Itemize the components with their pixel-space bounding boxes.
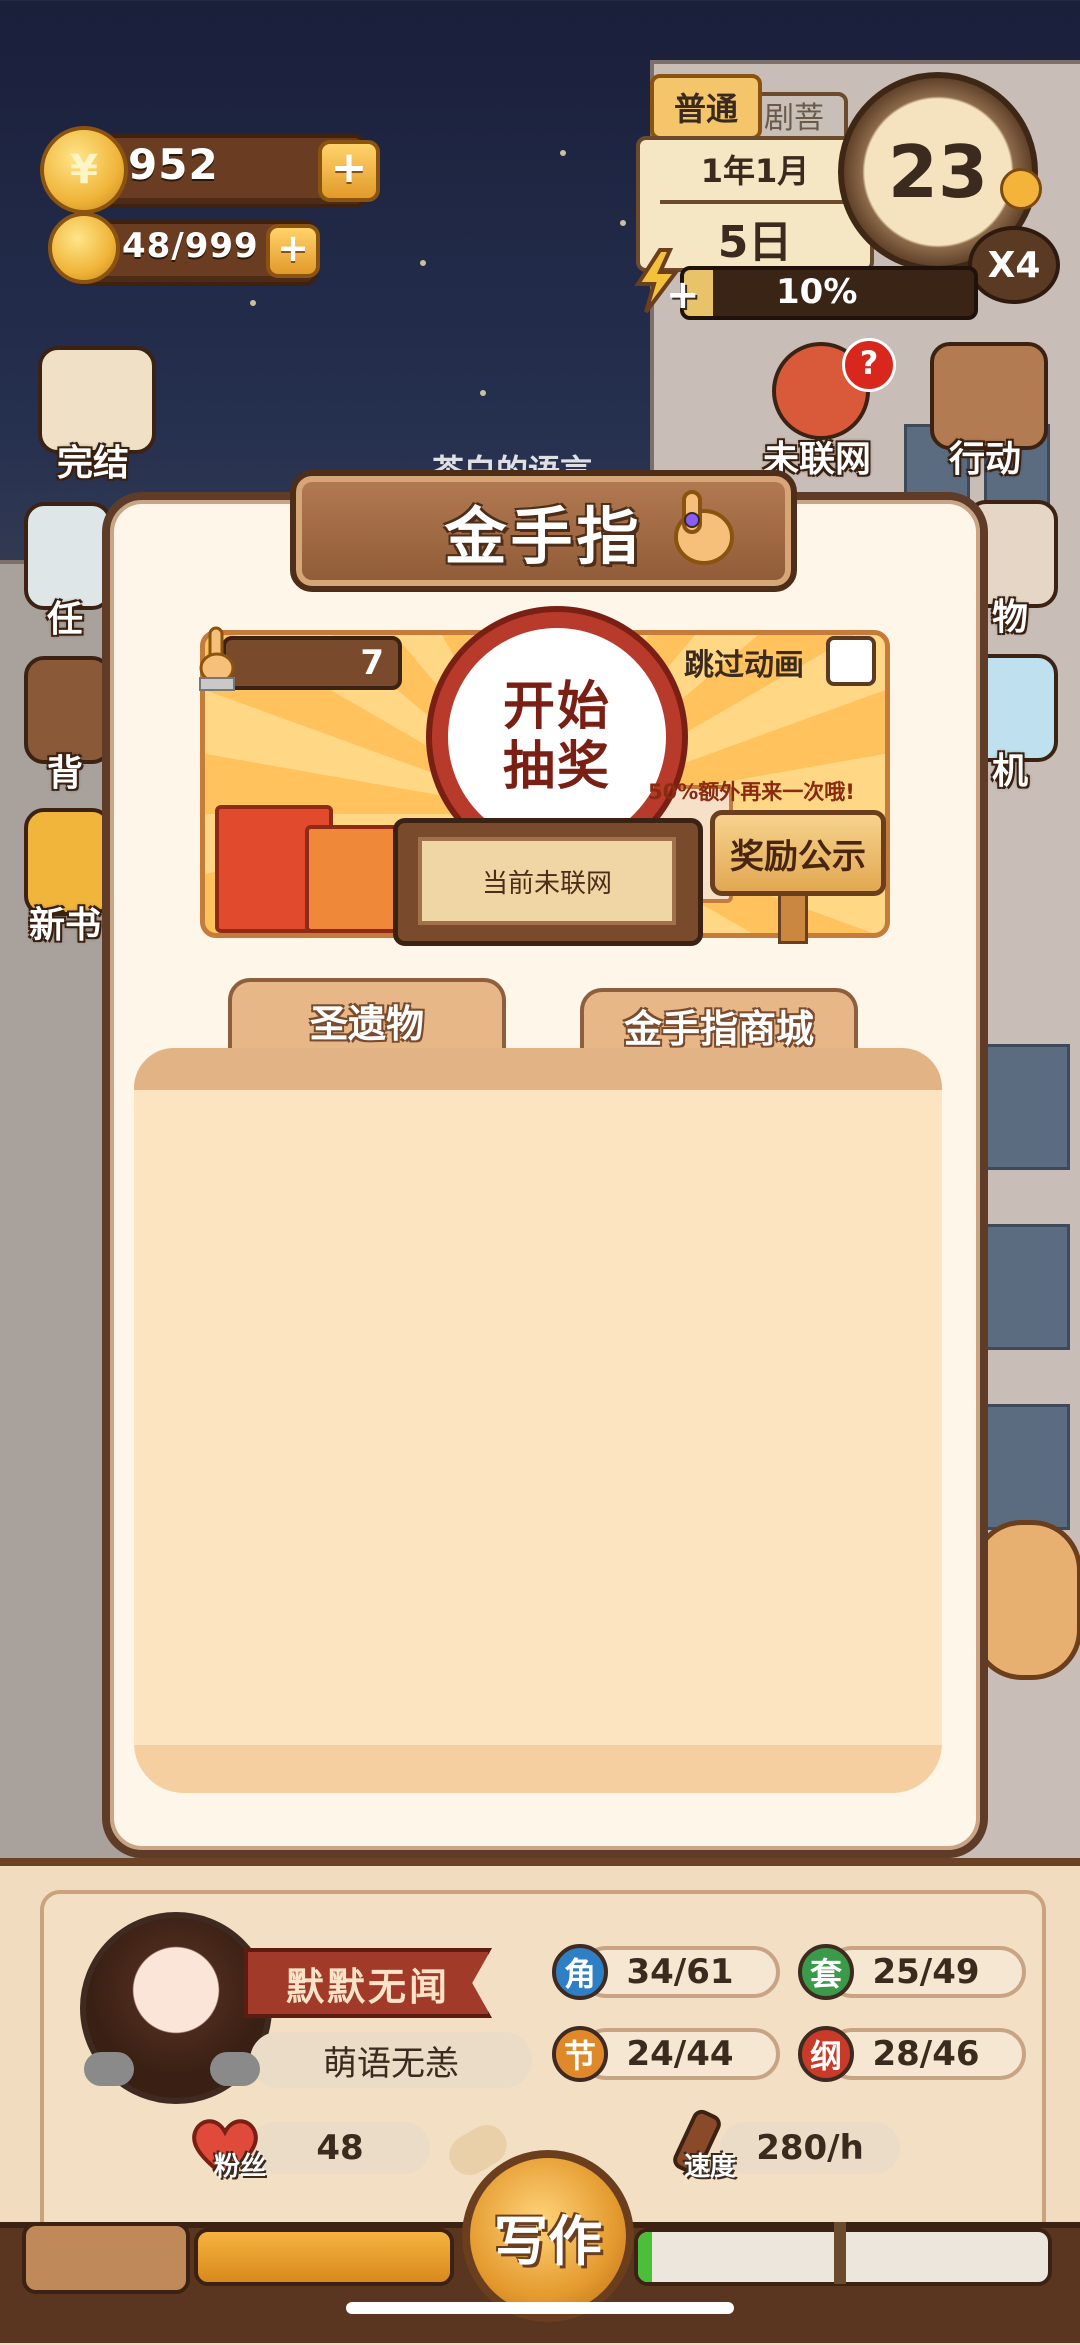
alert-badge: ? (842, 338, 896, 392)
energy-amount: 48/999 (122, 226, 259, 266)
side-label: 行动 (948, 439, 1021, 480)
writing-progress-bar (194, 2228, 454, 2286)
day-progress-text: 10% (776, 272, 858, 312)
building-window (974, 1224, 1070, 1350)
write-button[interactable]: 写作 (462, 2150, 634, 2322)
chat-bubble-icon (210, 2052, 260, 2086)
outline-icon: 纲 (798, 2026, 854, 2082)
finger-count: 7 (222, 636, 402, 690)
sun-icon (1000, 168, 1042, 210)
status-stand: 当前未联网 (393, 818, 703, 946)
tab-content-panel (134, 1048, 942, 1793)
side-button-complete[interactable]: 完结 (28, 346, 158, 484)
tab-relics[interactable]: 圣遗物 (228, 978, 506, 1058)
finger-ring-icon (654, 482, 744, 572)
hand-icon (196, 624, 238, 694)
stat-routine: 25/49 (826, 1946, 1026, 1998)
side-label: 完结 (56, 443, 129, 484)
side-button-offline[interactable]: ? 未联网 (752, 338, 896, 480)
side-label: 新书 (28, 905, 101, 946)
difficulty-tab[interactable]: 普通 (650, 74, 762, 140)
side-label: 任 (46, 599, 83, 640)
stat-outline: 28/46 (826, 2028, 1026, 2080)
stat-character: 34/61 (580, 1946, 780, 1998)
fans-value: 48 (250, 2122, 430, 2174)
player-name: 默默无闻 (244, 1948, 492, 2018)
add-energy-button[interactable]: + (266, 224, 320, 278)
side-button-action[interactable]: 行动 (920, 342, 1050, 480)
side-button-task[interactable]: 任 (20, 502, 112, 640)
panel-top-strip (134, 1048, 942, 1090)
star (250, 300, 256, 306)
routine-icon: 套 (798, 1944, 854, 2000)
building-window (974, 1404, 1070, 1530)
star (420, 260, 426, 266)
character-icon: 角 (552, 1944, 608, 2000)
bonus-text: 50%额外再来一次哦! (648, 780, 855, 804)
modal-title: 金手指 (444, 500, 643, 573)
year-month: 1年1月 (700, 152, 810, 190)
panel-bottom-strip (134, 1745, 942, 1793)
player-motto: 萌语无恙 (250, 2032, 532, 2088)
fans-label: 粉丝 (214, 2152, 267, 2182)
energy-plus-icon: + (666, 272, 700, 318)
star (620, 220, 626, 226)
side-label: 背 (46, 753, 83, 794)
pacing-icon: 节 (552, 2026, 608, 2082)
side-button-new-book[interactable]: 新书 (20, 808, 112, 946)
star (480, 390, 486, 396)
skip-animation-checkbox[interactable] (826, 636, 876, 686)
side-button-bag[interactable]: 背 (20, 656, 112, 794)
clock-value: 23 (887, 130, 989, 214)
start-draw-line2: 抽奖 (502, 737, 611, 797)
star (560, 150, 566, 156)
add-coins-button[interactable]: + (318, 140, 380, 202)
home-indicator[interactable] (346, 2302, 734, 2314)
reward-announcement-button[interactable]: 奖励公示 (710, 810, 886, 896)
speed-button[interactable]: X4 (968, 226, 1060, 304)
stat-pacing: 24/44 (580, 2028, 780, 2080)
start-draw-line1: 开始 (502, 677, 611, 737)
date-divider (660, 200, 850, 204)
speed-label: 速度 (684, 2152, 737, 2182)
bottom-left-button[interactable] (22, 2222, 190, 2294)
lightbulb-icon (48, 212, 120, 284)
speed-value: 280/h (720, 2122, 900, 2174)
npc-avatar[interactable] (972, 1520, 1080, 1680)
coin-amount: 952 (128, 140, 219, 189)
quality-progress-fill (638, 2232, 652, 2282)
quality-marker (834, 2222, 846, 2284)
coin-icon: ¥ (40, 126, 128, 214)
current-status: 当前未联网 (418, 837, 676, 925)
skip-animation-label: 跳过动画 (684, 648, 804, 683)
chat-bubble-icon (84, 2052, 134, 2086)
building-window (974, 1044, 1070, 1170)
